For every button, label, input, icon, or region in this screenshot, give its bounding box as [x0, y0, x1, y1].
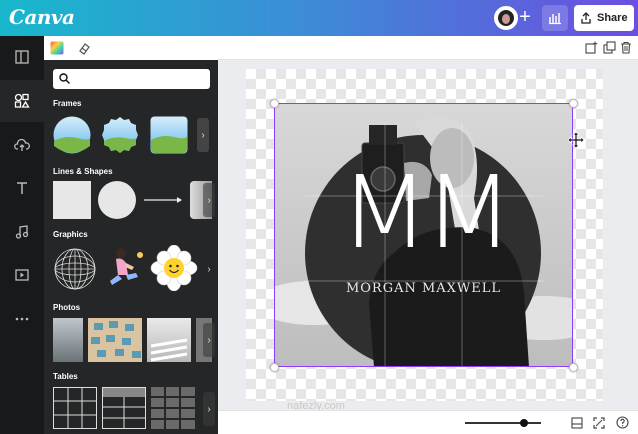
delete-page-icon[interactable]: [620, 41, 632, 54]
photo-thumb-building[interactable]: [88, 318, 142, 362]
help-icon[interactable]: [616, 416, 629, 429]
panel-toolbar: [44, 36, 218, 60]
music-icon: [15, 225, 29, 239]
section-title-photos: Photos: [53, 303, 81, 312]
share-label: Share: [597, 12, 628, 24]
photo-thumb-crosswalk[interactable]: [147, 318, 191, 362]
insights-button[interactable]: [542, 5, 568, 31]
building-windows-image: [91, 321, 141, 358]
bar-chart-icon: [549, 13, 561, 25]
sidebar-item-uploads[interactable]: [0, 124, 44, 166]
section-title-tables: Tables: [53, 372, 78, 381]
elements-icon: [14, 93, 30, 108]
resize-handle-bottom-right[interactable]: [569, 363, 578, 372]
page-view-icon[interactable]: [571, 417, 583, 429]
table-grid-thumb[interactable]: [53, 387, 97, 429]
upload-icon: [14, 138, 30, 151]
canva-logo[interactable]: Canva: [9, 5, 75, 29]
video-icon: [15, 269, 29, 281]
add-page-icon[interactable]: [585, 41, 598, 54]
layout-icon: [15, 50, 29, 64]
more-icon: [15, 317, 29, 321]
move-cursor-icon: [567, 131, 585, 149]
search-icon: [59, 73, 70, 84]
zoom-slider-thumb[interactable]: [520, 419, 529, 427]
text-icon: [17, 182, 27, 194]
square-shape-thumb[interactable]: [53, 181, 91, 219]
sidebar-item-elements[interactable]: [0, 80, 44, 122]
frame-circle-thumb[interactable]: [53, 116, 91, 154]
sidebar-item-text[interactable]: [0, 167, 44, 209]
table-cells-thumb[interactable]: [151, 387, 195, 429]
selection-box: [274, 103, 573, 367]
sitting-person-graphic[interactable]: [102, 245, 146, 291]
zoom-slider-track[interactable]: [465, 419, 541, 427]
frames-next-button[interactable]: ›: [197, 118, 209, 152]
share-button[interactable]: Share: [574, 5, 634, 31]
tables-next-button[interactable]: ›: [203, 392, 215, 426]
frame-badge-thumb[interactable]: [101, 116, 139, 154]
search-input[interactable]: [73, 71, 203, 87]
add-collaborator-button[interactable]: +: [514, 7, 536, 29]
duplicate-page-icon[interactable]: [603, 41, 616, 54]
color-palette-icon[interactable]: [50, 41, 64, 55]
resize-handle-top-right[interactable]: [569, 99, 578, 108]
sidebar-item-audio[interactable]: [0, 211, 44, 253]
section-title-lines-shapes: Lines & Shapes: [53, 167, 113, 176]
bottom-bar: [218, 410, 638, 434]
eraser-icon[interactable]: [77, 41, 91, 55]
graphics-next-button[interactable]: ›: [203, 252, 215, 286]
fullscreen-icon[interactable]: [593, 417, 605, 429]
section-title-frames: Frames: [53, 99, 82, 108]
editor-toolbar: [218, 36, 638, 60]
top-bar: Canva + Share: [0, 0, 638, 36]
photos-next-button[interactable]: ›: [203, 323, 215, 357]
wireframe-sphere-graphic[interactable]: [53, 247, 97, 291]
photo-thumb-street[interactable]: [53, 318, 83, 362]
table-header-thumb[interactable]: [102, 387, 146, 429]
section-title-graphics: Graphics: [53, 230, 88, 239]
sidebar-item-videos[interactable]: [0, 254, 44, 296]
smiley-flower-graphic[interactable]: [150, 245, 198, 291]
arrow-line-thumb[interactable]: [143, 193, 185, 207]
search-box[interactable]: [53, 69, 210, 89]
sidebar-item-more[interactable]: [0, 298, 44, 340]
resize-handle-top-left[interactable]: [270, 99, 279, 108]
crosswalk-image: [150, 338, 188, 362]
share-icon: [581, 12, 591, 24]
side-rail: [0, 36, 44, 434]
shapes-next-button[interactable]: ›: [203, 183, 215, 217]
frame-rounded-square-thumb[interactable]: [150, 116, 188, 154]
circle-shape-thumb[interactable]: [98, 181, 136, 219]
resize-handle-bottom-left[interactable]: [270, 363, 279, 372]
sidebar-item-layout[interactable]: [0, 36, 44, 78]
